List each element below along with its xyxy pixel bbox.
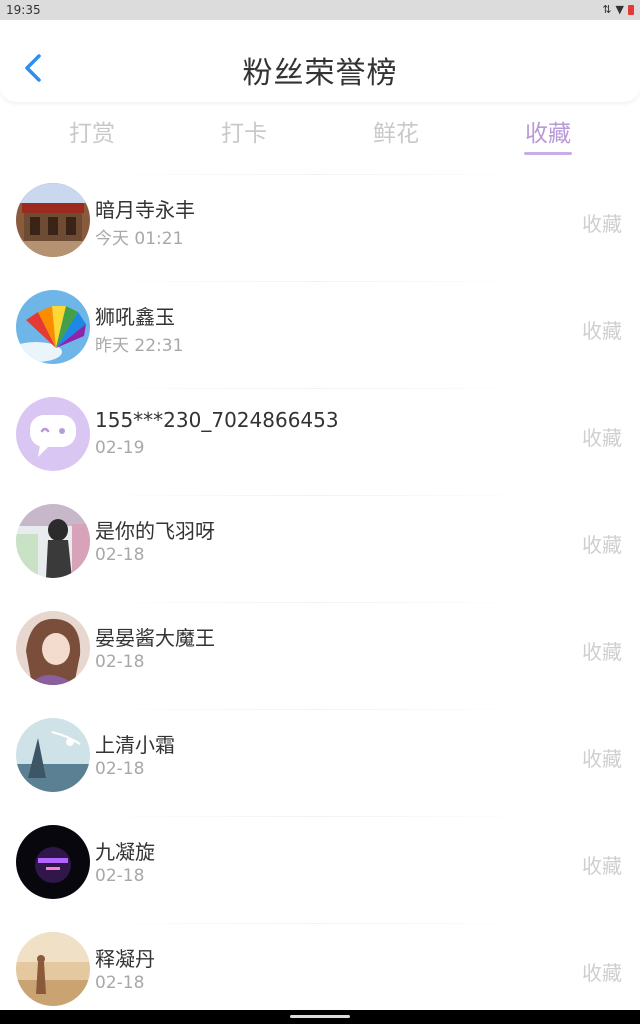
status-time: 19:35 (6, 3, 41, 17)
system-nav-bar (0, 1010, 640, 1024)
avatar (16, 718, 90, 792)
fan-name: 晏晏酱大魔王 (95, 626, 215, 650)
avatar (16, 183, 90, 257)
fan-name: 九凝旋 (95, 840, 155, 864)
status-bar: 19:35 ⇅ ▼ (0, 0, 640, 20)
list-item[interactable]: 暗月寺永丰 今天 01:21 收藏 (0, 166, 640, 273)
favorite-label: 收藏 (582, 854, 622, 878)
fan-time: 02-18 (95, 973, 145, 993)
list-item[interactable]: 是你的飞羽呀 02-18 收藏 (0, 487, 640, 594)
tab-favorites[interactable]: 收藏 (508, 114, 588, 148)
tab-reward[interactable]: 打赏 (52, 114, 132, 148)
fan-time: 02-19 (95, 438, 145, 458)
avatar (16, 932, 90, 1006)
tab-indicator (524, 152, 572, 155)
page-title: 粉丝荣誉榜 (242, 56, 398, 91)
fan-name: 155***230_7024866453 (95, 408, 339, 432)
list-item[interactable]: 155***230_7024866453 02-19 收藏 (0, 380, 640, 487)
battery-icon (628, 4, 634, 15)
favorite-label: 收藏 (582, 319, 622, 343)
avatar (16, 397, 90, 471)
list-item[interactable]: 上清小霜 02-18 收藏 (0, 701, 640, 808)
fan-name: 是你的飞羽呀 (95, 519, 215, 543)
list-item[interactable]: 狮吼鑫玉 昨天 22:31 收藏 (0, 273, 640, 380)
list-item[interactable]: 释凝丹 02-18 收藏 (0, 915, 640, 1022)
tab-flowers[interactable]: 鲜花 (356, 114, 436, 148)
list-item[interactable]: 九凝旋 02-18 收藏 (0, 808, 640, 915)
fan-time: 今天 01:21 (95, 229, 184, 249)
avatar (16, 825, 90, 899)
list-item[interactable]: 晏晏酱大魔王 02-18 收藏 (0, 594, 640, 701)
favorite-label: 收藏 (582, 640, 622, 664)
fan-list: 暗月寺永丰 今天 01:21 收藏 狮吼鑫玉 昨天 22:31 收藏 155**… (0, 166, 640, 1022)
home-handle[interactable] (290, 1015, 350, 1018)
favorite-label: 收藏 (582, 961, 622, 985)
favorite-label: 收藏 (582, 533, 622, 557)
favorite-label: 收藏 (582, 747, 622, 771)
tab-checkin[interactable]: 打卡 (204, 114, 284, 148)
wifi-icon: ▼ (615, 3, 624, 16)
avatar (16, 290, 90, 364)
favorite-label: 收藏 (582, 426, 622, 450)
fan-time: 02-18 (95, 866, 145, 886)
sync-icon: ⇅ (602, 3, 612, 16)
fan-time: 昨天 22:31 (95, 336, 184, 356)
avatar (16, 611, 90, 685)
fan-name: 上清小霜 (95, 733, 175, 757)
favorite-label: 收藏 (582, 212, 622, 236)
fan-time: 02-18 (95, 759, 145, 779)
status-icons: ⇅ ▼ (602, 3, 634, 16)
fan-time: 02-18 (95, 545, 145, 565)
fan-name: 狮吼鑫玉 (95, 305, 175, 329)
fan-time: 02-18 (95, 652, 145, 672)
fan-name: 暗月寺永丰 (95, 198, 195, 222)
header: 粉丝荣誉榜 (0, 22, 640, 102)
avatar (16, 504, 90, 578)
fan-name: 释凝丹 (95, 947, 155, 971)
